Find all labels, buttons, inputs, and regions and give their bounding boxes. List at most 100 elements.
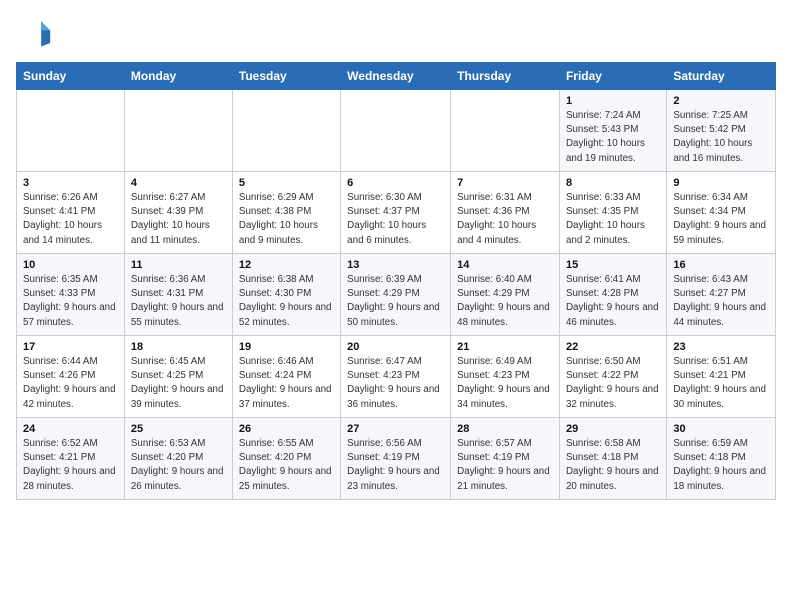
day-number: 7 [457,177,553,189]
day-cell [124,90,232,172]
week-row-0: 1 Sunrise: 7:24 AM Sunset: 5:43 PM Daylig… [17,90,776,172]
day-info: Sunrise: 6:43 AM Sunset: 4:27 PM Dayligh… [673,273,769,330]
day-number: 27 [347,423,444,435]
day-info: Sunrise: 6:39 AM Sunset: 4:29 PM Dayligh… [347,273,444,330]
day-cell: 7 Sunrise: 6:31 AM Sunset: 4:36 PM Daylig… [451,172,560,254]
page: SundayMondayTuesdayWednesdayThursdayFrid… [0,0,792,510]
day-cell: 28 Sunrise: 6:57 AM Sunset: 4:19 PM Dayli… [451,418,560,500]
day-cell: 15 Sunrise: 6:41 AM Sunset: 4:28 PM Dayli… [559,254,666,336]
day-cell: 22 Sunrise: 6:50 AM Sunset: 4:22 PM Dayli… [559,336,666,418]
day-info: Sunrise: 6:34 AM Sunset: 4:34 PM Dayligh… [673,191,769,248]
day-info: Sunrise: 6:45 AM Sunset: 4:25 PM Dayligh… [131,355,226,412]
day-info: Sunrise: 6:38 AM Sunset: 4:30 PM Dayligh… [239,273,334,330]
day-info: Sunrise: 6:51 AM Sunset: 4:21 PM Dayligh… [673,355,769,412]
day-number: 17 [23,341,118,353]
day-info: Sunrise: 6:58 AM Sunset: 4:18 PM Dayligh… [566,437,660,494]
day-cell: 23Sunrise: 6:51 AM Sunset: 4:21 PM Dayli… [667,336,776,418]
day-number: 6 [347,177,444,189]
day-info: Sunrise: 6:57 AM Sunset: 4:19 PM Dayligh… [457,437,553,494]
day-cell: 30 Sunrise: 6:59 AM Sunset: 4:18 PM Dayli… [667,418,776,500]
day-number: 11 [131,259,226,271]
day-info: Sunrise: 6:35 AM Sunset: 4:33 PM Dayligh… [23,273,118,330]
day-info: Sunrise: 6:41 AM Sunset: 4:28 PM Dayligh… [566,273,660,330]
day-info: Sunrise: 6:49 AM Sunset: 4:23 PM Dayligh… [457,355,553,412]
day-number: 30 [673,423,769,435]
day-cell: 25Sunrise: 6:53 AM Sunset: 4:20 PM Dayli… [124,418,232,500]
day-number: 20 [347,341,444,353]
day-info: Sunrise: 6:56 AM Sunset: 4:19 PM Dayligh… [347,437,444,494]
calendar-table: SundayMondayTuesdayWednesdayThursdayFrid… [16,62,776,500]
day-cell [451,90,560,172]
col-header-monday: Monday [124,63,232,90]
day-number: 28 [457,423,553,435]
day-number: 2 [673,95,769,107]
day-info: Sunrise: 7:25 AM Sunset: 5:42 PM Dayligh… [673,109,769,166]
day-cell: 10 Sunrise: 6:35 AM Sunset: 4:33 PM Dayli… [17,254,125,336]
col-header-tuesday: Tuesday [232,63,340,90]
day-number: 1 [566,95,660,107]
day-number: 5 [239,177,334,189]
day-number: 16 [673,259,769,271]
day-number: 9 [673,177,769,189]
day-number: 26 [239,423,334,435]
day-number: 15 [566,259,660,271]
col-header-friday: Friday [559,63,666,90]
day-cell: 3 Sunrise: 6:26 AM Sunset: 4:41 PM Daylig… [17,172,125,254]
day-info: Sunrise: 6:31 AM Sunset: 4:36 PM Dayligh… [457,191,553,248]
day-cell [341,90,451,172]
day-cell: 21Sunrise: 6:49 AM Sunset: 4:23 PM Dayli… [451,336,560,418]
day-cell: 11Sunrise: 6:36 AM Sunset: 4:31 PM Dayli… [124,254,232,336]
day-info: Sunrise: 6:30 AM Sunset: 4:37 PM Dayligh… [347,191,444,248]
col-header-saturday: Saturday [667,63,776,90]
day-number: 19 [239,341,334,353]
day-info: Sunrise: 6:44 AM Sunset: 4:26 PM Dayligh… [23,355,118,412]
week-row-3: 17 Sunrise: 6:44 AM Sunset: 4:26 PM Dayli… [17,336,776,418]
day-number: 4 [131,177,226,189]
week-row-4: 24Sunrise: 6:52 AM Sunset: 4:21 PM Dayli… [17,418,776,500]
day-number: 25 [131,423,226,435]
day-number: 24 [23,423,118,435]
day-cell: 5 Sunrise: 6:29 AM Sunset: 4:38 PM Daylig… [232,172,340,254]
day-number: 29 [566,423,660,435]
col-header-thursday: Thursday [451,63,560,90]
day-cell: 24Sunrise: 6:52 AM Sunset: 4:21 PM Dayli… [17,418,125,500]
day-cell [17,90,125,172]
day-info: Sunrise: 7:24 AM Sunset: 5:43 PM Dayligh… [566,109,660,166]
week-row-1: 3 Sunrise: 6:26 AM Sunset: 4:41 PM Daylig… [17,172,776,254]
day-cell: 18 Sunrise: 6:45 AM Sunset: 4:25 PM Dayli… [124,336,232,418]
day-cell: 1 Sunrise: 7:24 AM Sunset: 5:43 PM Daylig… [559,90,666,172]
day-number: 22 [566,341,660,353]
week-row-2: 10 Sunrise: 6:35 AM Sunset: 4:33 PM Dayli… [17,254,776,336]
day-info: Sunrise: 6:55 AM Sunset: 4:20 PM Dayligh… [239,437,334,494]
day-cell: 4 Sunrise: 6:27 AM Sunset: 4:39 PM Daylig… [124,172,232,254]
col-header-wednesday: Wednesday [341,63,451,90]
day-cell: 20 Sunrise: 6:47 AM Sunset: 4:23 PM Dayli… [341,336,451,418]
day-info: Sunrise: 6:26 AM Sunset: 4:41 PM Dayligh… [23,191,118,248]
day-info: Sunrise: 6:59 AM Sunset: 4:18 PM Dayligh… [673,437,769,494]
day-cell: 14 Sunrise: 6:40 AM Sunset: 4:29 PM Dayli… [451,254,560,336]
day-cell: 12 Sunrise: 6:38 AM Sunset: 4:30 PM Dayli… [232,254,340,336]
day-number: 8 [566,177,660,189]
day-info: Sunrise: 6:50 AM Sunset: 4:22 PM Dayligh… [566,355,660,412]
day-cell: 9 Sunrise: 6:34 AM Sunset: 4:34 PM Daylig… [667,172,776,254]
day-cell: 26 Sunrise: 6:55 AM Sunset: 4:20 PM Dayli… [232,418,340,500]
day-cell: 6 Sunrise: 6:30 AM Sunset: 4:37 PM Daylig… [341,172,451,254]
day-number: 18 [131,341,226,353]
day-cell: 13 Sunrise: 6:39 AM Sunset: 4:29 PM Dayli… [341,254,451,336]
logo [16,16,56,52]
day-number: 14 [457,259,553,271]
day-info: Sunrise: 6:29 AM Sunset: 4:38 PM Dayligh… [239,191,334,248]
day-number: 3 [23,177,118,189]
header [16,16,776,52]
day-info: Sunrise: 6:47 AM Sunset: 4:23 PM Dayligh… [347,355,444,412]
day-number: 12 [239,259,334,271]
header-row: SundayMondayTuesdayWednesdayThursdayFrid… [17,63,776,90]
day-number: 13 [347,259,444,271]
logo-icon [16,16,52,52]
day-cell: 8Sunrise: 6:33 AM Sunset: 4:35 PM Daylig… [559,172,666,254]
col-header-sunday: Sunday [17,63,125,90]
day-cell: 2 Sunrise: 7:25 AM Sunset: 5:42 PM Daylig… [667,90,776,172]
day-info: Sunrise: 6:40 AM Sunset: 4:29 PM Dayligh… [457,273,553,330]
day-info: Sunrise: 6:27 AM Sunset: 4:39 PM Dayligh… [131,191,226,248]
day-number: 10 [23,259,118,271]
